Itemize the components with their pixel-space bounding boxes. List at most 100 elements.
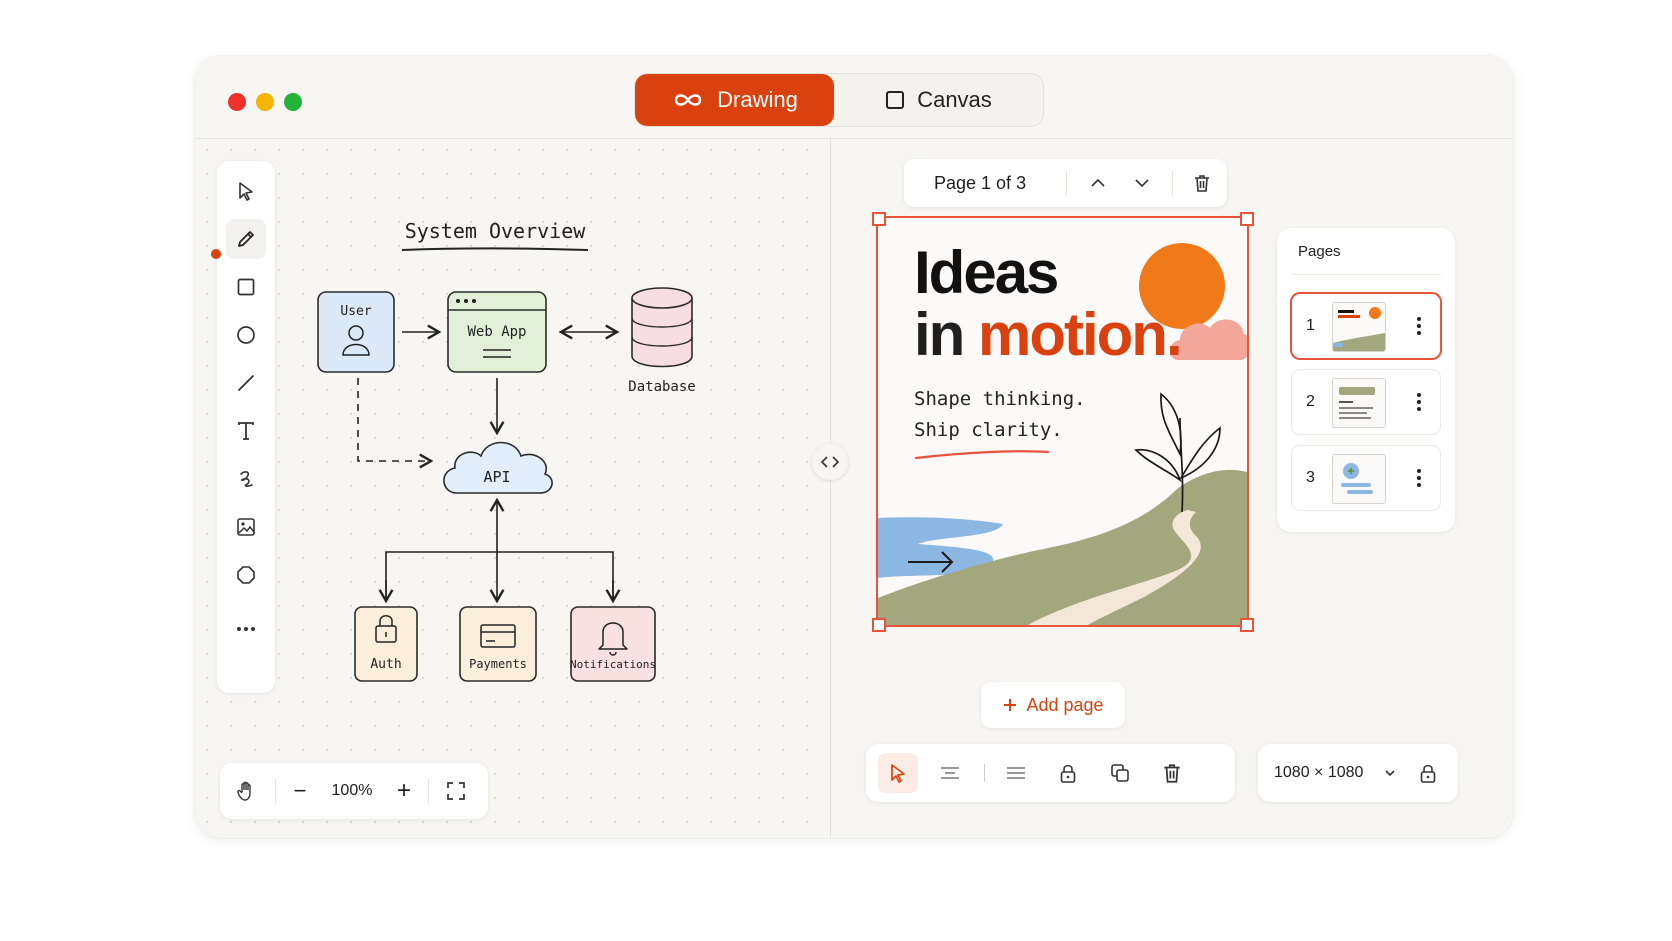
delete-page-button[interactable] (1182, 163, 1222, 203)
resize-handle-bottom-right[interactable] (1240, 618, 1254, 632)
pan-tool-button[interactable] (226, 771, 266, 811)
trash-icon (1164, 764, 1180, 783)
tab-canvas-label: Canvas (917, 87, 992, 112)
node-notifications[interactable]: Notifications (570, 606, 656, 682)
select-icon (891, 764, 905, 783)
resize-handle-top-right[interactable] (1240, 212, 1254, 226)
artboard-title-prefix: in (914, 301, 978, 368)
node-web-app[interactable]: Web App (447, 291, 547, 373)
canvas-size-value[interactable]: 1080 × 1080 (1274, 744, 1363, 802)
node-api-label: API (483, 468, 510, 486)
add-page-button[interactable]: Add page (981, 682, 1125, 728)
hand-icon (237, 781, 251, 801)
align-left-icon (1007, 767, 1025, 779)
mode-switch: Drawing Canvas (635, 74, 1043, 126)
page-thumbnail (1332, 378, 1386, 428)
chevron-up-icon (1091, 178, 1105, 187)
canvas-size-dropdown[interactable] (1370, 753, 1410, 793)
node-notifications-label: Notifications (570, 658, 656, 671)
align-center-button[interactable] (930, 753, 970, 793)
lock-icon (1060, 764, 1076, 783)
align-left-button[interactable] (996, 753, 1036, 793)
artboard-title-line1[interactable]: Ideas (914, 242, 1059, 304)
diagram-title: System Overview (405, 219, 587, 243)
artboard-subtitle-line1: Shape thinking. (914, 388, 1086, 410)
accent-underline (914, 450, 1050, 460)
node-user-label: User (340, 304, 371, 319)
resize-handle-top-left[interactable] (872, 212, 886, 226)
node-database[interactable]: Database (628, 287, 696, 395)
page-2-more-button[interactable] (1408, 382, 1430, 422)
fullscreen-icon (447, 782, 465, 800)
tab-drawing[interactable]: Drawing (635, 74, 834, 126)
chevron-down-icon (1385, 770, 1395, 777)
trash-icon (1195, 175, 1209, 192)
page-card-number: 2 (1306, 393, 1315, 410)
canvas-size-selector: 1080 × 1080 (1258, 744, 1458, 802)
drawing-pane[interactable]: System Overview User Web App Database AP… (195, 138, 830, 838)
artboard-title-line2[interactable]: in motion. (914, 301, 1183, 368)
duplicate-icon (1111, 764, 1129, 782)
zoom-level[interactable]: 100% (320, 771, 384, 811)
diagram-title-underline (401, 247, 589, 251)
lock-aspect-button[interactable] (1408, 753, 1448, 793)
tab-canvas[interactable]: Canvas (834, 74, 1043, 126)
artboard-title-accent: motion. (978, 301, 1183, 368)
node-database-label: Database (628, 379, 695, 395)
node-web-app-label: Web App (467, 324, 526, 340)
system-diagram[interactable]: System Overview User Web App Database AP… (195, 138, 830, 738)
plus-icon (1004, 699, 1017, 711)
zoom-out-button[interactable]: − (282, 771, 318, 811)
previous-page-button[interactable] (1078, 163, 1118, 203)
page-3-more-button[interactable] (1408, 458, 1430, 498)
page-1-more-button[interactable] (1408, 306, 1430, 346)
infinity-icon (674, 94, 702, 106)
minimize-window-button[interactable] (256, 93, 274, 111)
edge-user-api (357, 378, 434, 469)
resize-handle-bottom-left[interactable] (872, 618, 886, 632)
fit-screen-button[interactable] (436, 771, 476, 811)
square-icon (886, 91, 905, 109)
page-card-1[interactable]: 1 (1292, 294, 1440, 358)
align-center-icon (941, 767, 959, 779)
edge-bus (385, 551, 614, 599)
more-vertical-icon (1417, 317, 1421, 335)
page-thumbnail (1332, 454, 1386, 504)
page-card-number: 1 (1306, 317, 1315, 334)
page-thumbnail (1332, 302, 1386, 352)
node-api[interactable]: API (443, 441, 553, 494)
tab-drawing-label: Drawing (717, 87, 798, 112)
page-indicator: Page 1 of 3 (934, 173, 1027, 193)
next-page-button[interactable] (1122, 163, 1162, 203)
node-auth[interactable]: Auth (354, 606, 418, 682)
page-card-2[interactable]: 2 (1292, 370, 1440, 434)
more-vertical-icon (1417, 393, 1421, 411)
delete-element-button[interactable] (1152, 753, 1192, 793)
artboard-subtitle[interactable]: Shape thinking. Ship clarity. (914, 384, 1086, 446)
page-navigator: Page 1 of 3 (904, 159, 1227, 207)
pages-panel: Pages 1 2 3 (1277, 228, 1455, 532)
lock-icon (1420, 764, 1436, 783)
node-auth-label: Auth (370, 657, 401, 672)
select-tool-button[interactable] (878, 753, 918, 793)
node-payments-label: Payments (469, 657, 527, 671)
node-user[interactable]: User (317, 291, 395, 373)
maximize-window-button[interactable] (284, 93, 302, 111)
page-card-3[interactable]: 3 (1292, 446, 1440, 510)
lock-layer-button[interactable] (1048, 753, 1088, 793)
close-window-button[interactable] (228, 93, 246, 111)
more-vertical-icon (1417, 469, 1421, 487)
zoom-bar: − 100% + (220, 763, 488, 819)
canvas-toolbar (866, 744, 1235, 802)
chevron-down-icon (1135, 179, 1149, 188)
canvas-pane: Page 1 of 3 Ideas in motion. Shape think… (831, 138, 1513, 838)
duplicate-button[interactable] (1100, 753, 1140, 793)
title-bar: Drawing Canvas (195, 56, 1513, 139)
pages-panel-title: Pages (1298, 243, 1341, 260)
artboard-page-1[interactable]: Ideas in motion. Shape thinking. Ship cl… (876, 216, 1249, 627)
add-page-label: Add page (1026, 694, 1104, 715)
page-card-number: 3 (1306, 469, 1315, 486)
app-window: Drawing Canvas System Overview User Web … (195, 56, 1513, 838)
zoom-in-button[interactable]: + (386, 771, 422, 811)
node-payments[interactable]: Payments (459, 606, 537, 682)
